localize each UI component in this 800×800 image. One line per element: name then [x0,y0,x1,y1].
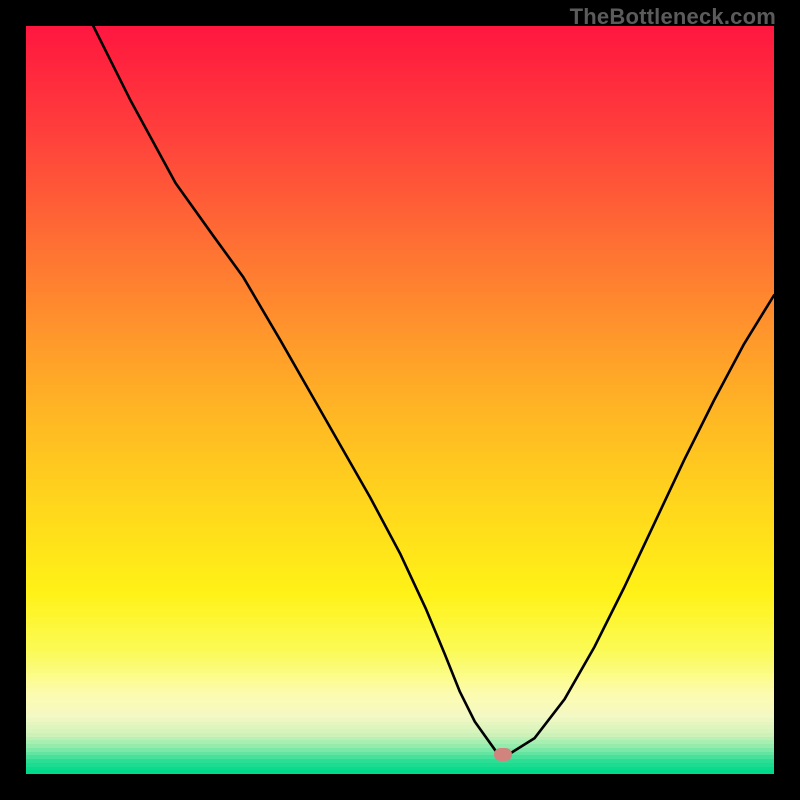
chart-curve-svg [26,26,774,774]
bottleneck-curve-path [93,26,774,755]
bottleneck-marker [494,748,512,761]
chart-plot-area [26,26,774,774]
